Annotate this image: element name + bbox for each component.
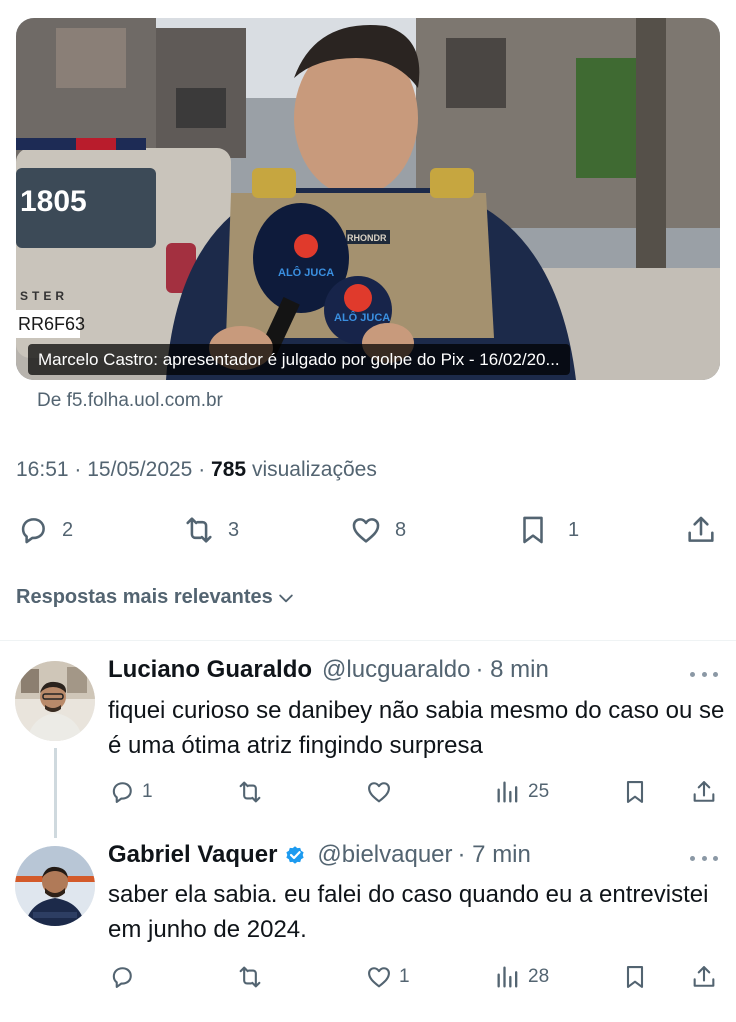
author-name[interactable]: Luciano Guaraldo: [108, 656, 312, 684]
news-link-card[interactable]: 1805 STER RR6F63 RHONDR ALÔ JUCA ALÔ JUC…: [16, 18, 720, 380]
reply-time[interactable]: · 8 min: [475, 656, 548, 684]
reply-header: Luciano Guaraldo @lucguaraldo · 8 min: [108, 656, 549, 684]
avatar-image: [15, 661, 95, 741]
vehicle-number-text: 1805: [20, 185, 87, 218]
reply-button[interactable]: 1: [108, 775, 153, 809]
tweet-date[interactable]: 15/05/2025: [87, 458, 192, 481]
mic-logo-text: ALÔ JUCA: [278, 266, 334, 279]
share-icon: [693, 781, 715, 802]
chevron-down-icon: [279, 594, 293, 602]
author-handle[interactable]: @bielvaquer: [317, 841, 452, 869]
like-button[interactable]: 1: [365, 960, 410, 994]
heart-icon: [368, 967, 390, 988]
reply-icon: [112, 782, 132, 803]
share-icon: [688, 516, 714, 542]
avatar[interactable]: [15, 846, 95, 926]
share-button[interactable]: [684, 510, 718, 550]
reply-button[interactable]: 2: [16, 510, 73, 550]
view-count: 25: [528, 781, 550, 802]
avatar[interactable]: [15, 661, 95, 741]
reply-action-bar: 1 28: [0, 960, 736, 994]
repost-icon: [186, 517, 212, 543]
repost-button[interactable]: 3: [182, 510, 239, 550]
tweet-meta: 16:51 · 15/05/2025 · 785 visualizações: [16, 458, 377, 482]
reply-count: 1: [142, 781, 153, 802]
reply-text: saber ela sabia. eu falei do caso quando…: [108, 881, 709, 943]
bookmark-button[interactable]: [621, 775, 649, 809]
reply-time[interactable]: · 7 min: [458, 841, 531, 869]
media-caption: Marcelo Castro: apresentador é julgado p…: [28, 344, 570, 375]
verified-badge-icon: [286, 846, 305, 864]
meta-separator: ·: [74, 458, 82, 481]
repost-count: 3: [228, 518, 240, 541]
repost-button[interactable]: [236, 775, 270, 809]
like-count: 8: [395, 518, 407, 541]
reply-icon: [112, 967, 132, 988]
more-dot-icon: [701, 855, 707, 861]
share-button[interactable]: [690, 960, 718, 994]
reply-button[interactable]: [108, 960, 142, 994]
more-dot-icon: [713, 855, 718, 861]
reply-text: fiquei curioso se danibey não sabia mesm…: [108, 697, 725, 759]
more-dot-icon: [690, 855, 695, 861]
views-chart-icon: [497, 966, 518, 988]
vehicle-text: STER: [20, 289, 68, 303]
share-icon: [693, 966, 715, 987]
bookmark-button[interactable]: 1: [516, 510, 579, 550]
like-button[interactable]: 8: [349, 510, 406, 550]
like-button[interactable]: [365, 775, 399, 809]
more-dot-icon: [713, 671, 718, 677]
bookmark-icon: [626, 781, 644, 803]
source-link[interactable]: De f5.folha.uol.com.br: [37, 390, 223, 412]
heart-icon: [352, 518, 380, 543]
view-count: 28: [528, 966, 550, 987]
repost-icon: [239, 966, 261, 988]
author-handle[interactable]: @lucguaraldo: [322, 656, 470, 684]
bookmark-icon: [626, 966, 644, 988]
vest-label-text: RHONDR: [347, 233, 387, 243]
reply-header: Gabriel Vaquer @bielvaquer · 7 min: [108, 841, 531, 869]
news-thumbnail-image: 1805 STER RR6F63 RHONDR ALÔ JUCA ALÔ JUC…: [16, 18, 720, 380]
bookmark-icon: [523, 516, 543, 544]
repost-button[interactable]: [236, 960, 270, 994]
more-options-button[interactable]: [690, 664, 718, 684]
repost-icon: [239, 781, 261, 803]
bookmark-button[interactable]: [621, 960, 649, 994]
reply-action-bar: 1 25: [0, 775, 736, 809]
author-name[interactable]: Gabriel Vaquer: [108, 841, 277, 869]
views-button[interactable]: 25: [494, 775, 549, 809]
views-count: 785: [211, 458, 247, 481]
replies-sort-label: Respostas mais relevantes: [16, 586, 273, 608]
views-chart-icon: [497, 781, 518, 803]
bookmark-count: 1: [568, 518, 580, 541]
tweet-time[interactable]: 16:51: [16, 458, 69, 481]
share-button[interactable]: [690, 775, 718, 809]
reply-icon: [21, 518, 45, 544]
reply-count: 2: [62, 518, 74, 541]
heart-icon: [368, 782, 390, 803]
replies-sort-dropdown[interactable]: Respostas mais relevantes: [16, 586, 296, 609]
more-options-button[interactable]: [690, 848, 718, 868]
tweet-action-bar: 2 3 8 1: [0, 510, 736, 550]
license-plate: RR6F63: [18, 314, 85, 334]
meta-separator: ·: [198, 458, 206, 481]
more-dot-icon: [690, 671, 695, 677]
like-count: 1: [399, 966, 410, 987]
more-dot-icon: [701, 671, 707, 677]
views-label: visualizações: [251, 458, 377, 481]
avatar-image: [15, 846, 95, 926]
section-divider: [0, 640, 736, 641]
views-button[interactable]: 28: [494, 960, 549, 994]
patch-logo-text: ALÔ JUCA: [334, 311, 390, 324]
